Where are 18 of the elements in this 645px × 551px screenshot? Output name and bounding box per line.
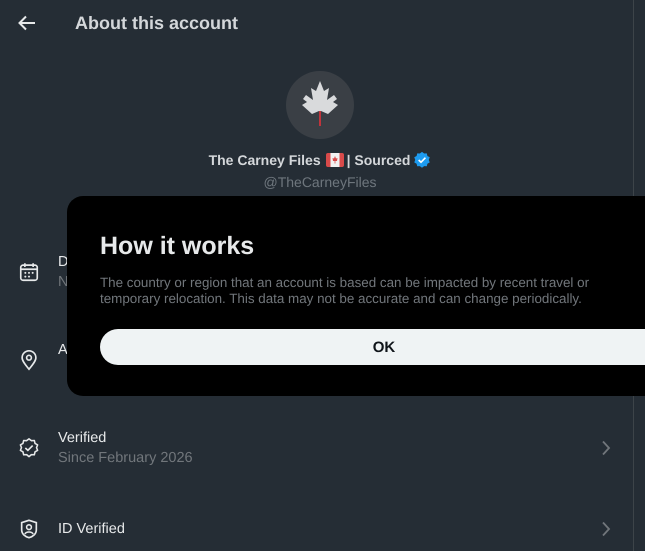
account-handle: @TheCarneyFiles	[263, 174, 377, 190]
ok-button[interactable]: OK	[100, 329, 645, 365]
id-shield-icon	[18, 518, 40, 540]
verified-badge-icon	[18, 437, 40, 459]
chevron-right-icon[interactable]	[601, 521, 611, 537]
page-title: About this account	[75, 12, 238, 34]
dialog-title: How it works	[100, 232, 254, 261]
row-subtitle: Since February 2026	[58, 450, 193, 466]
row-title: Verified	[58, 430, 106, 446]
row-title: ID Verified	[58, 521, 125, 537]
chevron-right-icon[interactable]	[601, 440, 611, 456]
canada-flag-icon	[326, 153, 344, 167]
back-arrow-icon[interactable]	[17, 13, 37, 33]
row-title: A	[58, 342, 68, 358]
account-name-suffix: | Sourced	[346, 152, 410, 168]
calendar-icon	[18, 261, 40, 283]
dialog-text: The country or region that an account is based can be impacted by recent travel or temporary relocation. This data may not be accurate and can change periodically.	[100, 275, 590, 307]
account-name: The Carney Files	[208, 152, 321, 168]
